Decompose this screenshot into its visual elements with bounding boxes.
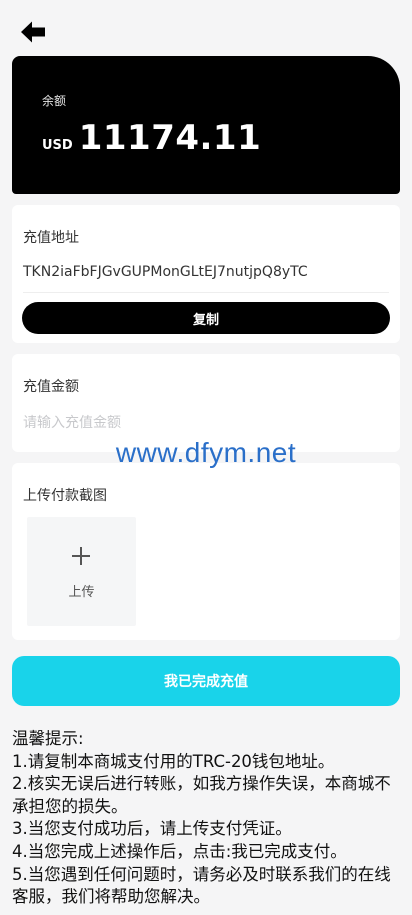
address-card: 充值地址 TKN2iaFbFJGvGUPMonGLtEJ7nutjpQ8yTC … [12,205,400,343]
copy-button[interactable]: 复制 [22,302,390,334]
plus-icon [72,547,90,565]
balance-card: 余额 USD 11174.11 [12,56,400,194]
confirm-recharge-button[interactable]: 我已完成充值 [12,656,400,706]
arrow-left-icon [21,21,45,43]
tip-item: 2.核实无误后进行转账，如我方操作失误，本商城不承担您的损失。 [12,774,391,816]
upload-title: 上传付款截图 [23,488,107,504]
wallet-address: TKN2iaFbFJGvGUPMonGLtEJ7nutjpQ8yTC [23,264,308,280]
balance-amount: 11174.11 [78,118,262,158]
upload-button[interactable]: 上传 [27,517,136,626]
tip-item: 1.请复制本商城支付用的TRC-20钱包地址。 [12,751,335,771]
tip-item: 4.当您完成上述操作后，点击:我已完成支付。 [12,841,347,861]
address-title: 充值地址 [23,230,79,246]
watermark: www.dfym.net [115,437,297,468]
back-button[interactable] [20,20,50,46]
balance-label: 余额 [42,94,67,108]
recharge-amount-input[interactable] [23,412,383,434]
upload-label: 上传 [68,585,95,600]
divider [23,292,389,293]
tips-title: 温馨提示: [12,729,84,748]
tip-item: 5.当您遇到任何问题时，请务必及时联系我们的在线客服，我们将帮助您解决。 [12,864,391,907]
upload-card: 上传付款截图 上传 [12,463,400,640]
tips-section: 温馨提示: 1.请复制本商城支付用的TRC-20钱包地址。 2.核实无误后进行转… [12,728,402,909]
currency-label: USD [42,138,73,153]
top-bar [0,0,412,56]
tip-item: 3.当您支付成功后，请上传支付凭证。 [12,819,292,839]
balance-row: USD 11174.11 [42,118,261,158]
amount-title: 充值金额 [23,379,79,395]
